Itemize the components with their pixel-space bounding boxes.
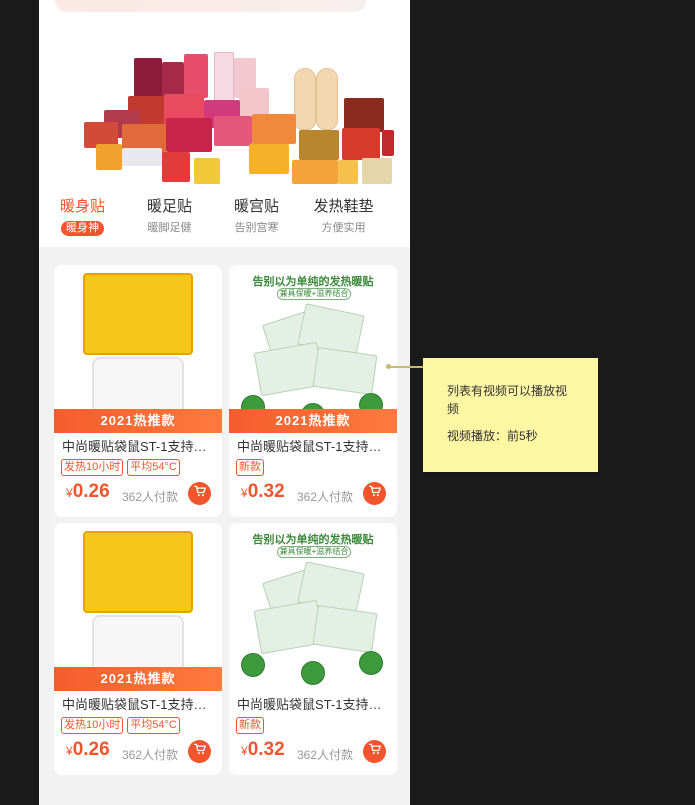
cart-icon <box>368 484 382 503</box>
tab-warm-uterus[interactable]: 暖宫贴 告别宫寒 <box>213 192 300 244</box>
add-to-cart-button[interactable] <box>363 740 386 763</box>
add-to-cart-button[interactable] <box>188 482 211 505</box>
product-card[interactable]: 2021热推款 中尚暖贴袋鼠ST-1支持件... 发热10小时 平均54°C ¥… <box>54 265 222 517</box>
image-subline: 兼具保暖+滋养结合 <box>277 546 351 558</box>
product-tags: 发热10小时 平均54°C <box>61 717 217 735</box>
product-tags: 发热10小时 平均54°C <box>61 459 217 477</box>
cart-icon <box>193 484 207 503</box>
product-image[interactable]: 告别以为单纯的发热暖贴 兼具保暖+滋养结合 <box>229 265 397 433</box>
tab-warm-foot[interactable]: 暖足贴 暖脚足健 <box>126 192 213 244</box>
product-tags: 新款 <box>236 717 392 735</box>
image-headline: 告别以为单纯的发热暖贴 <box>252 276 374 288</box>
product-title[interactable]: 中尚暖贴袋鼠ST-1支持件... <box>237 697 392 713</box>
product-card[interactable]: 告别以为单纯的发热暖贴 兼具保暖+滋养结合 2021热推款 中尚暖贴袋鼠ST-1… <box>229 265 397 517</box>
image-subline: 兼具保暖+滋养结合 <box>277 288 351 300</box>
product-title[interactable]: 中尚暖贴袋鼠ST-1支持件... <box>237 439 392 455</box>
tab-subtitle: 告别宫寒 <box>234 222 279 234</box>
annotation-text: 视频播放：前5秒 <box>447 429 538 443</box>
product-tag: 平均54°C <box>127 717 180 734</box>
sales-count: 362人付款 <box>122 490 179 504</box>
category-tabs: 暖身贴 暖身神 暖足贴 暖脚足健 暖宫贴 告别宫寒 发热鞋垫 方便实用 <box>39 192 410 244</box>
hero-product-collage[interactable] <box>64 48 394 188</box>
tab-heated-insole[interactable]: 发热鞋垫 方便实用 <box>300 192 387 244</box>
product-tag: 平均54°C <box>127 459 180 476</box>
product-image[interactable] <box>54 265 222 433</box>
cart-icon <box>193 742 207 761</box>
annotation-text: 列表有视频可以播放视频 <box>447 384 568 416</box>
product-price: ¥0.32 <box>241 481 285 502</box>
product-title[interactable]: 中尚暖贴袋鼠ST-1支持件... <box>62 697 217 713</box>
sales-count: 362人付款 <box>297 490 354 504</box>
tab-title: 暖身贴 <box>59 198 105 215</box>
product-price: ¥0.26 <box>66 739 110 760</box>
phone-screen: 暖身贴 暖身神 暖足贴 暖脚足健 暖宫贴 告别宫寒 发热鞋垫 方便实用 2021… <box>39 0 410 805</box>
promo-banner: 2021热推款 <box>229 409 397 433</box>
tab-title: 暖宫贴 <box>233 198 279 215</box>
product-image[interactable]: 告别以为单纯的发热暖贴 兼具保暖+滋养结合 <box>229 523 397 691</box>
add-to-cart-button[interactable] <box>188 740 211 763</box>
connector-dot <box>386 364 391 369</box>
warmer-pack-image <box>83 531 193 613</box>
tab-subtitle: 方便实用 <box>321 222 366 234</box>
product-image[interactable] <box>54 523 222 691</box>
product-tag: 新款 <box>236 459 264 476</box>
product-card[interactable]: 2021热推款 中尚暖贴袋鼠ST-1支持件... 发热10小时 平均54°C ¥… <box>54 523 222 775</box>
tab-subtitle: 暖身神 <box>61 221 104 236</box>
add-to-cart-button[interactable] <box>363 482 386 505</box>
sales-count: 362人付款 <box>297 748 354 762</box>
annotation-note: 列表有视频可以播放视频 视频播放：前5秒 <box>423 358 598 472</box>
promo-banner: 2021热推款 <box>54 409 222 433</box>
product-price: ¥0.26 <box>66 481 110 502</box>
product-tag: 发热10小时 <box>61 717 124 734</box>
cart-icon <box>368 742 382 761</box>
product-price: ¥0.32 <box>241 739 285 760</box>
tab-subtitle: 暖脚足健 <box>147 222 192 234</box>
search-bar-bottom[interactable] <box>55 0 366 12</box>
promo-banner: 2021热推款 <box>54 667 222 691</box>
tab-warm-body[interactable]: 暖身贴 暖身神 <box>39 192 126 244</box>
product-title[interactable]: 中尚暖贴袋鼠ST-1支持件... <box>62 439 217 455</box>
tab-title: 发热鞋垫 <box>313 198 374 215</box>
product-tag: 新款 <box>236 717 264 734</box>
product-tag: 发热10小时 <box>61 459 124 476</box>
product-card[interactable]: 告别以为单纯的发热暖贴 兼具保暖+滋养结合 中尚暖贴袋鼠ST-1支持件... 新… <box>229 523 397 775</box>
product-tags: 新款 <box>236 459 392 477</box>
warmer-pack-image <box>83 273 193 355</box>
tab-title: 暖足贴 <box>146 198 192 215</box>
image-headline: 告别以为单纯的发热暖贴 <box>252 534 374 546</box>
sales-count: 362人付款 <box>122 748 179 762</box>
